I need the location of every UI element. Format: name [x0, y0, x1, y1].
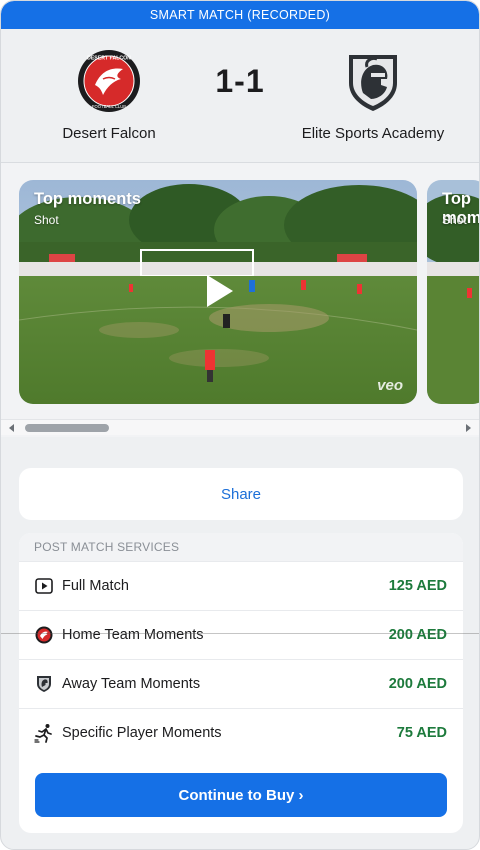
- away-team-crest-icon: [349, 55, 397, 111]
- carousel-scrollbar[interactable]: [1, 419, 479, 435]
- scoreboard: DESERT FALCON FOOTBALL CLUB Desert Falco…: [1, 29, 479, 163]
- services-heading: POST MATCH SERVICES: [19, 533, 463, 561]
- post-match-services: POST MATCH SERVICES Full Match 125 AED H…: [19, 533, 463, 833]
- veo-watermark: veo: [377, 377, 403, 394]
- continue-to-buy-label: Continue to Buy ›: [178, 786, 304, 804]
- service-name: Home Team Moments: [62, 627, 204, 643]
- moment-card[interactable]: Top moments Shot veo: [19, 180, 417, 404]
- play-square-icon: [34, 576, 54, 596]
- play-icon[interactable]: [201, 273, 237, 309]
- service-row-home-team[interactable]: Home Team Moments 200 AED: [19, 610, 463, 659]
- banner-title: SMART MATCH (RECORDED): [149, 8, 331, 22]
- running-player-icon: [34, 723, 54, 743]
- moment-card[interactable]: Top moments Shot: [427, 180, 479, 404]
- home-crest-lettering: DESERT FALCON: [87, 56, 131, 62]
- moments-carousel[interactable]: Top moments Shot veo Top moments Shot: [1, 163, 479, 437]
- service-row-full-match[interactable]: Full Match 125 AED: [19, 561, 463, 610]
- away-team-crest-icon: [34, 674, 54, 694]
- top-banner: SMART MATCH (RECORDED): [1, 1, 479, 29]
- scroll-left-icon[interactable]: [7, 423, 17, 433]
- divider-line: [1, 633, 479, 634]
- continue-to-buy-button[interactable]: Continue to Buy ›: [35, 773, 447, 817]
- scroll-right-icon[interactable]: [463, 423, 473, 433]
- share-label: Share: [220, 485, 262, 503]
- share-button[interactable]: Share: [19, 468, 463, 520]
- service-price: 200 AED: [388, 627, 447, 643]
- service-price: 75 AED: [396, 725, 447, 741]
- service-row-away-team[interactable]: Away Team Moments 200 AED: [19, 659, 463, 708]
- app-frame: SMART MATCH (RECORDED) DESERT FALCON FOO…: [0, 0, 480, 850]
- scrollbar-thumb[interactable]: [25, 424, 109, 432]
- card-title: Top moments: [34, 190, 141, 208]
- service-row-specific-player[interactable]: Specific Player Moments 75 AED: [19, 708, 463, 757]
- home-team-name: Desert Falcon: [62, 125, 156, 142]
- service-name: Specific Player Moments: [62, 725, 222, 741]
- service-price: 200 AED: [388, 676, 447, 692]
- home-team-crest-icon: [34, 625, 54, 645]
- away-team[interactable]: Elite Sports Academy: [273, 49, 473, 142]
- home-crest-sub-lettering: FOOTBALL CLUB: [92, 104, 126, 109]
- service-name: Full Match: [62, 578, 129, 594]
- away-team-name: Elite Sports Academy: [301, 125, 445, 142]
- service-price: 125 AED: [388, 578, 447, 594]
- service-name: Away Team Moments: [62, 676, 201, 692]
- card-subtitle: Shot: [34, 213, 59, 227]
- card-subtitle: Shot: [442, 213, 467, 227]
